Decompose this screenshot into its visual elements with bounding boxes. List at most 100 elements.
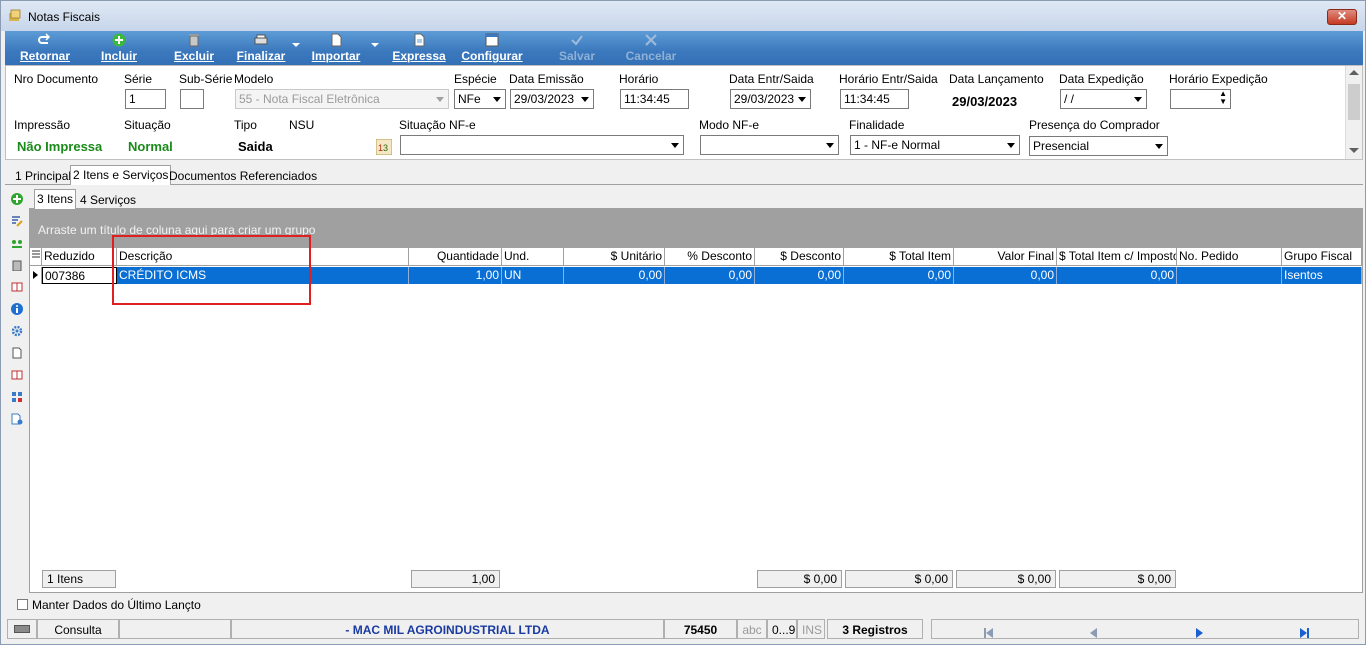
especie-value: NFe	[458, 92, 481, 106]
column-header-desconto[interactable]: $ Desconto	[755, 248, 844, 266]
retornar-button[interactable]: Retornar	[17, 31, 73, 65]
column-chooser-icon[interactable]	[30, 248, 42, 266]
document-express-icon	[414, 33, 425, 47]
cell-quantidade[interactable]: 1,00	[409, 267, 502, 284]
tab-itens[interactable]: 3 Itens	[34, 189, 77, 209]
cell-desconto[interactable]: 0,00	[755, 267, 844, 284]
column-header-perc-desconto[interactable]: % Desconto	[665, 248, 755, 266]
item-actions-sidebar	[5, 187, 29, 593]
column-header-no-pedido[interactable]: No. Pedido	[1177, 248, 1282, 266]
column-header-reduzido[interactable]: Reduzido	[42, 248, 117, 266]
scroll-thumb[interactable]	[1348, 84, 1360, 120]
especie-select[interactable]: NFe	[454, 89, 506, 109]
importar-label: Importar	[311, 49, 361, 63]
spinner-icon[interactable]: ▲ ▼	[1219, 90, 1227, 106]
chevron-down-icon	[1134, 97, 1142, 102]
cell-no-pedido[interactable]	[1177, 267, 1282, 284]
cell-unitario[interactable]: 0,00	[564, 267, 665, 284]
tab-itens-servicos[interactable]: 2 Itens e Serviços	[70, 165, 172, 185]
finalidade-select[interactable]: 1 - NF-e Normal	[850, 135, 1020, 155]
cancelar-label: Cancelar	[625, 49, 677, 63]
configurar-button[interactable]: Configurar	[461, 31, 523, 65]
finalizar-label: Finalizar	[236, 49, 286, 63]
serie-input[interactable]: 1	[125, 89, 166, 109]
open-book-icon[interactable]	[11, 369, 23, 381]
column-header-quantidade[interactable]: Quantidade	[409, 248, 502, 266]
importar-dropdown-icon[interactable]	[371, 43, 379, 47]
tab-principal-label: 1 Principal	[15, 169, 72, 183]
first-record-icon[interactable]	[986, 628, 993, 638]
last-record-bar-icon	[1307, 628, 1309, 638]
expressa-button[interactable]: Expressa	[392, 31, 446, 65]
trash-icon[interactable]	[11, 259, 23, 271]
header-form: Nro Documento Série 1 Sub-Série Modelo 5…	[5, 65, 1363, 160]
cell-total-impostos[interactable]: 0,00	[1057, 267, 1177, 284]
importar-button[interactable]: Importar	[309, 31, 363, 65]
close-button[interactable]: ✕	[1327, 9, 1357, 25]
recalculate-icon[interactable]	[11, 237, 23, 249]
plus-circle-icon	[112, 33, 126, 47]
sort-numeric-icon[interactable]: 13	[376, 139, 392, 155]
column-header-valor-final[interactable]: Valor Final	[954, 248, 1057, 266]
consulta-status: Consulta	[37, 619, 119, 639]
tab-principal[interactable]: 1 Principal	[13, 167, 73, 185]
configurar-label: Configurar	[461, 49, 523, 63]
excluir-button[interactable]: Excluir	[173, 31, 215, 65]
keep-data-checkbox[interactable]	[17, 599, 28, 610]
cell-total-item[interactable]: 0,00	[844, 267, 954, 284]
cell-reduzido[interactable]: 007386	[42, 267, 117, 284]
next-record-icon[interactable]	[1196, 628, 1203, 638]
modo-nfe-select[interactable]	[700, 135, 839, 155]
edit-list-icon[interactable]	[11, 215, 23, 227]
subserie-input[interactable]	[180, 89, 204, 109]
column-header-und[interactable]: Und.	[502, 248, 564, 266]
grid-config-icon[interactable]	[11, 391, 23, 403]
horario-input[interactable]: 11:34:45	[620, 89, 689, 109]
cancelar-button[interactable]: Cancelar	[625, 31, 677, 65]
situacao-nfe-select[interactable]	[400, 135, 684, 155]
first-record-bar-icon	[984, 628, 986, 638]
presenca-select[interactable]: Presencial	[1029, 136, 1168, 156]
cell-und[interactable]: UN	[502, 267, 564, 284]
horario-exp-input[interactable]: ▲ ▼	[1170, 89, 1231, 109]
document-settings-icon[interactable]	[11, 413, 23, 425]
presenca-value: Presencial	[1033, 139, 1090, 153]
column-header-total-item[interactable]: $ Total Item	[844, 248, 954, 266]
prev-record-icon[interactable]	[1090, 628, 1097, 638]
cell-valor-final[interactable]: 0,00	[954, 267, 1057, 284]
window-config-icon	[485, 33, 499, 47]
form-scrollbar[interactable]	[1345, 66, 1362, 159]
last-record-icon[interactable]	[1300, 628, 1307, 638]
document-icon[interactable]	[11, 347, 23, 359]
data-entr-input[interactable]: 29/03/2023	[730, 89, 811, 109]
horario-entr-input[interactable]: 11:34:45	[840, 89, 909, 109]
highlight-annotation-box	[112, 235, 311, 305]
data-emissao-input[interactable]: 29/03/2023	[510, 89, 594, 109]
column-header-grupo-fiscal[interactable]: Grupo Fiscal	[1282, 248, 1362, 266]
add-item-icon[interactable]	[11, 193, 23, 205]
incluir-button[interactable]: Incluir	[99, 31, 139, 65]
tab-documentos-referenciados[interactable]: Documentos Referenciados	[167, 167, 319, 185]
column-header-unitario[interactable]: $ Unitário	[564, 248, 665, 266]
finalizar-dropdown-icon[interactable]	[292, 43, 300, 47]
tab-servicos[interactable]: 4 Serviços	[78, 191, 138, 209]
finalidade-value: 1 - NF-e Normal	[854, 138, 941, 152]
data-exp-input[interactable]: / /	[1060, 89, 1147, 109]
row-indicator[interactable]	[30, 267, 42, 284]
cell-perc-desconto[interactable]: 0,00	[665, 267, 755, 284]
finalizar-button[interactable]: Finalizar	[235, 31, 287, 65]
cell-grupo-fiscal[interactable]: Isentos	[1282, 267, 1362, 284]
scroll-up-icon[interactable]	[1349, 70, 1359, 75]
column-header-total-impostos[interactable]: $ Total Item c/ Impostos	[1057, 248, 1177, 266]
document-import-icon	[331, 33, 342, 47]
record-navigator	[931, 619, 1359, 639]
salvar-button[interactable]: Salvar	[557, 31, 597, 65]
title-bar: Notas Fiscais ✕	[1, 1, 1365, 31]
modelo-select[interactable]: 55 - Nota Fiscal Eletrônica	[235, 89, 449, 109]
chevron-down-icon	[1155, 144, 1163, 149]
info-icon[interactable]	[11, 303, 23, 315]
book-icon[interactable]	[11, 281, 23, 293]
gear-icon[interactable]	[11, 325, 23, 337]
scroll-down-icon[interactable]	[1349, 148, 1359, 153]
salvar-label: Salvar	[558, 49, 596, 63]
